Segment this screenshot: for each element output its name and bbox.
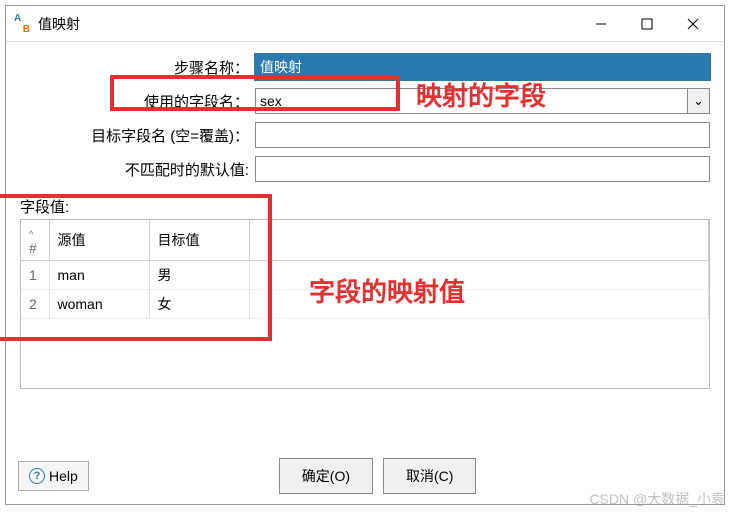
table-header-row: ^# 源值 目标值 [21,220,709,261]
table-row[interactable]: 1 man 男 [21,261,709,290]
target-field-label: 目标字段名 (空=覆盖)： [20,125,255,146]
cell-source[interactable]: woman [49,290,149,319]
table-row[interactable]: 2 woman 女 [21,290,709,319]
dialog-window: 值映射 步骤名称： 使用的字段名： ⌄ 目标字段名 (空=覆盖)： [5,5,725,505]
cancel-button[interactable]: 取消(C) [383,458,476,494]
field-name-input[interactable] [255,88,688,114]
header-index[interactable]: ^# [21,220,49,261]
field-name-dropdown-button[interactable]: ⌄ [688,88,710,114]
cell-index: 1 [21,261,49,290]
step-name-input[interactable] [255,54,710,80]
cell-index: 2 [21,290,49,319]
footer: ? Help 确定(O) 取消(C) [6,448,724,504]
mapping-table-area: ^# 源值 目标值 1 man 男 2 woman [20,219,710,389]
minimize-icon [595,18,607,30]
sort-icon: ^ [29,229,33,239]
header-target[interactable]: 目标值 [149,220,249,261]
header-source[interactable]: 源值 [49,220,149,261]
chevron-down-icon: ⌄ [693,93,704,109]
row-field-name: 使用的字段名： ⌄ [20,86,710,116]
titlebar: 值映射 [6,6,724,42]
default-value-input[interactable] [255,156,710,182]
help-icon: ? [29,468,45,484]
cell-target[interactable]: 女 [149,290,249,319]
cell-source[interactable]: man [49,261,149,290]
ok-button[interactable]: 确定(O) [279,458,373,494]
help-button[interactable]: ? Help [18,461,89,491]
step-name-label: 步骤名称： [20,57,255,78]
row-target-field: 目标字段名 (空=覆盖)： [20,120,710,150]
content-area: 步骤名称： 使用的字段名： ⌄ 目标字段名 (空=覆盖)： 不匹配时的默认值: … [6,42,724,448]
target-field-input[interactable] [255,122,710,148]
mapping-table[interactable]: ^# 源值 目标值 1 man 男 2 woman [21,220,709,319]
cell-target[interactable]: 男 [149,261,249,290]
field-name-label: 使用的字段名： [20,91,255,112]
row-default-value: 不匹配时的默认值: [20,154,710,184]
cell-filler [249,261,709,290]
cell-filler [249,290,709,319]
close-icon [687,18,699,30]
table-section-label: 字段值: [20,196,710,217]
default-value-label: 不匹配时的默认值: [20,159,255,180]
app-icon [14,16,30,32]
help-label: Help [49,468,78,484]
minimize-button[interactable] [578,9,624,39]
maximize-icon [641,18,653,30]
header-filler [249,220,709,261]
maximize-button[interactable] [624,9,670,39]
row-step-name: 步骤名称： [20,52,710,82]
window-title: 值映射 [38,14,80,34]
close-button[interactable] [670,9,716,39]
